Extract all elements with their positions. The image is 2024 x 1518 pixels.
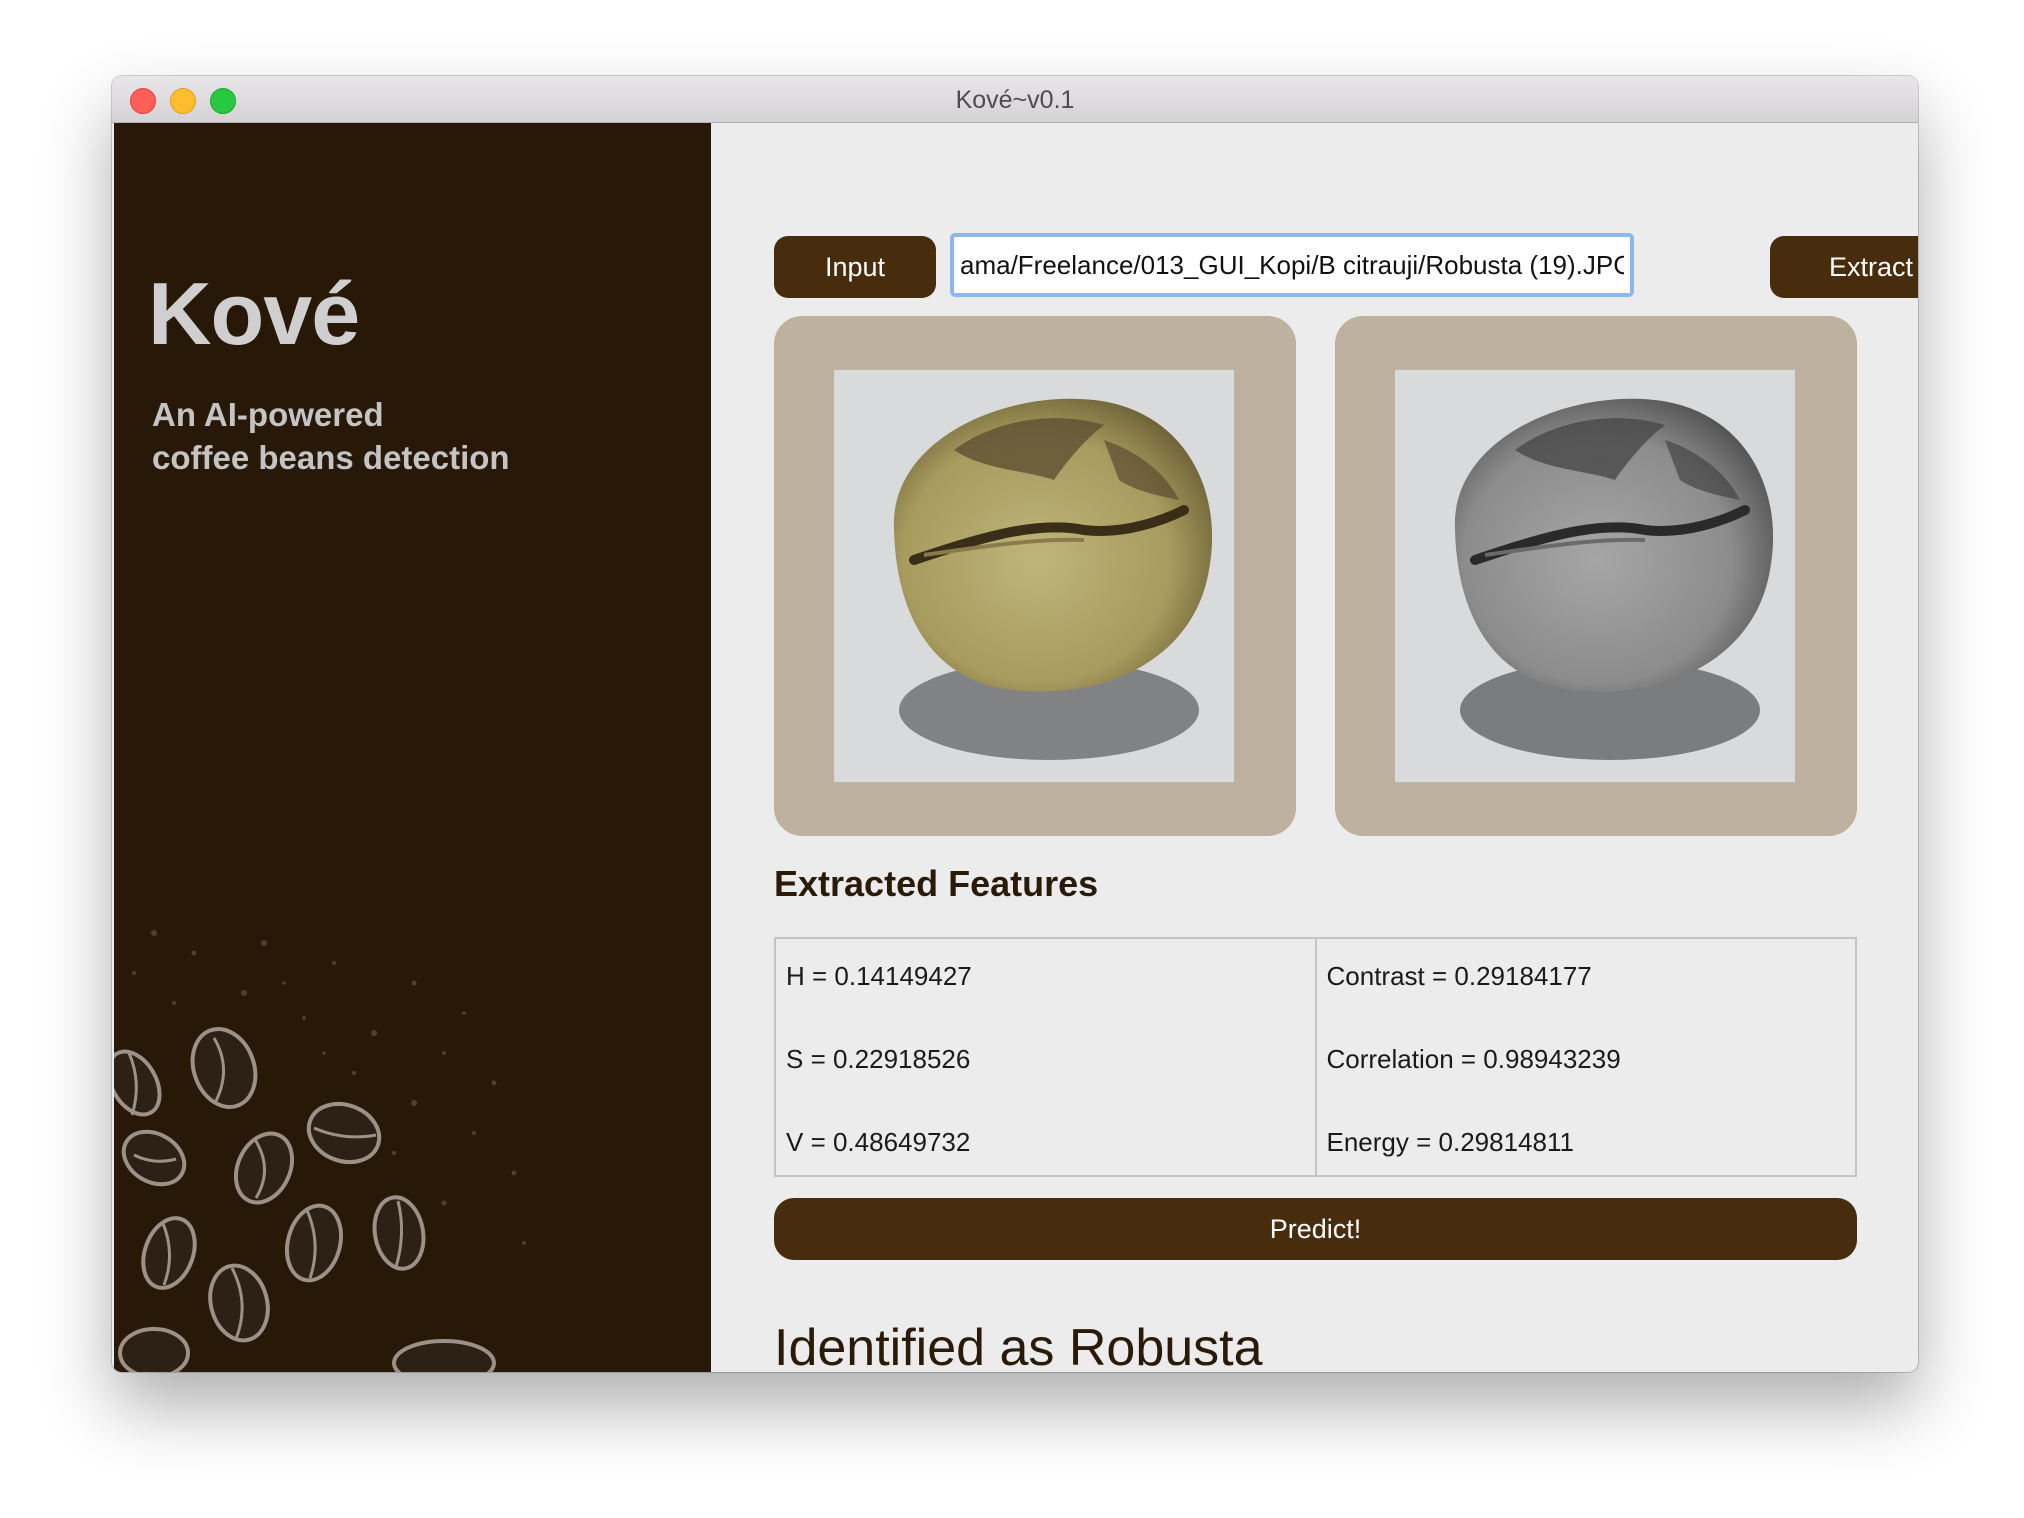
title-bar: Kové~v0.1 [112, 76, 1918, 123]
window-title: Kové~v0.1 [955, 86, 1075, 114]
prediction-result: Identified as Robusta [774, 1319, 1263, 1372]
main-panel: Input Extract [712, 123, 1918, 1372]
hsv-features-column: H = 0.14149427 S = 0.22918526 V = 0.4864… [776, 939, 1315, 1175]
input-button[interactable]: Input [774, 236, 936, 298]
original-bean-photo [834, 370, 1234, 782]
grayscale-image-panel [1335, 316, 1857, 836]
feature-energy-value: Energy = 0.29814811 [1326, 1127, 1574, 1157]
features-table: H = 0.14149427 S = 0.22918526 V = 0.4864… [774, 937, 1857, 1177]
texture-features-column: Contrast = 0.29184177 Correlation = 0.98… [1314, 939, 1856, 1175]
tagline-line-2: coffee beans detection [152, 439, 510, 476]
brand-logo-text: Kové [148, 264, 360, 363]
file-path-field[interactable] [950, 233, 1634, 297]
tagline-line-1: An AI-powered [152, 396, 384, 433]
extract-button[interactable]: Extract [1770, 236, 1918, 298]
feature-v-value: V = 0.48649732 [786, 1127, 971, 1157]
feature-contrast-value: Contrast = 0.29184177 [1326, 961, 1592, 991]
feature-h-value: H = 0.14149427 [786, 961, 972, 991]
extracted-features-heading: Extracted Features [774, 863, 1099, 904]
app-window: Kové~v0.1 Kové An AI-powered coffee bean… [112, 76, 1918, 1372]
feature-correlation-value: Correlation = 0.98943239 [1326, 1044, 1621, 1074]
original-image-panel [774, 316, 1296, 836]
grayscale-bean-photo [1395, 370, 1795, 782]
feature-s-value: S = 0.22918526 [786, 1044, 971, 1074]
brand-tagline: An AI-powered coffee beans detection [152, 393, 572, 479]
sidebar: Kové An AI-powered coffee beans detectio… [114, 123, 711, 1372]
predict-button[interactable]: Predict! [774, 1198, 1857, 1260]
coffee-beans-illustration [114, 930, 526, 1372]
